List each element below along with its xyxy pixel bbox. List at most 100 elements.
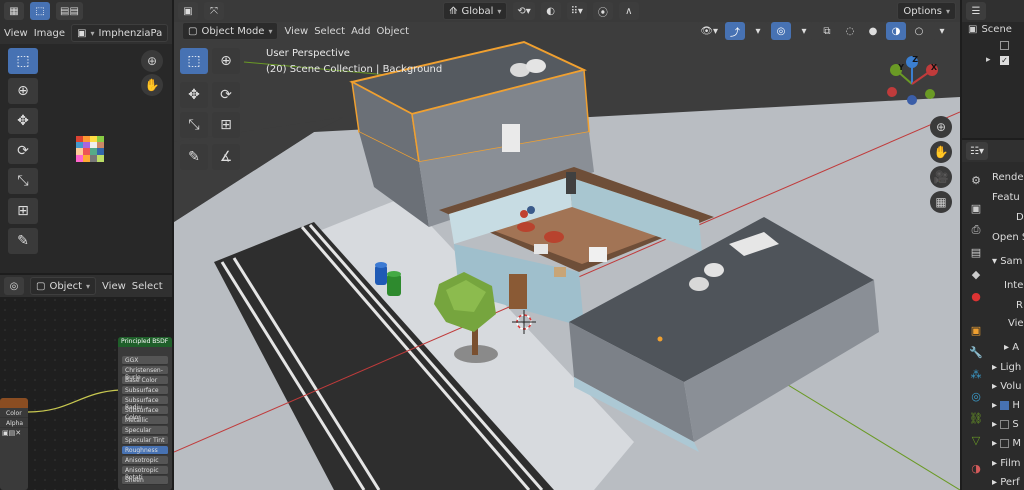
output-tab-icon[interactable]: ⎙	[966, 220, 986, 240]
annotate-tool[interactable]: ✎	[8, 228, 38, 254]
simplify-panel[interactable]: ▸ S	[992, 419, 1019, 430]
proportional-edit-icon[interactable]: ⦿	[592, 2, 613, 20]
subsurface-method-field[interactable]: Christensen-Burle	[122, 366, 168, 381]
mode-icon[interactable]: ▤▤	[56, 2, 83, 20]
gizmo-toggle-icon[interactable]: ⤴	[725, 22, 745, 40]
outliner-type-icon[interactable]: ☰	[966, 2, 986, 20]
scene-tab-icon[interactable]: ◆	[966, 264, 986, 284]
motion-blur-checkbox[interactable]	[1000, 438, 1010, 448]
subsurface-field[interactable]: Subsurface	[122, 386, 168, 395]
menu-add[interactable]: Add	[351, 26, 370, 37]
xray-icon[interactable]: ⧉	[817, 22, 837, 40]
camera-view-icon[interactable]: 🎥	[930, 166, 952, 188]
outliner-row-scene[interactable]: ▣ Scene	[968, 24, 1012, 35]
transform-tool[interactable]: ⊞	[8, 198, 38, 224]
material-tab-icon[interactable]: ◑	[966, 458, 986, 478]
falloff-icon[interactable]: ∧	[618, 2, 639, 20]
transform-pivot-icon[interactable]: ⤧	[204, 2, 224, 20]
data-tab-icon[interactable]: ▽	[966, 430, 986, 450]
snap-icon[interactable]: ◐	[540, 2, 561, 20]
simplify-checkbox[interactable]	[1000, 419, 1010, 429]
shading-material-icon[interactable]: ◑	[886, 22, 906, 40]
menu-view[interactable]: View	[4, 28, 28, 39]
pivot-point-icon[interactable]: ⟲▾	[513, 2, 535, 20]
specular-tint-field[interactable]: Specular Tint	[122, 436, 168, 445]
move-tool[interactable]: ✥	[180, 82, 208, 108]
film-label: Film	[1000, 458, 1021, 469]
shading-solid-icon[interactable]: ●	[863, 22, 883, 40]
shading-wireframe-icon[interactable]: ◌	[840, 22, 860, 40]
pan-hand-icon[interactable]: ✋	[930, 141, 952, 163]
select-box-tool[interactable]: ⬚	[180, 48, 208, 74]
constraints-tab-icon[interactable]: ⛓	[966, 408, 986, 428]
hair-checkbox[interactable]	[1000, 400, 1010, 410]
select-tool-icon[interactable]: ⬚	[30, 2, 50, 20]
specular-field[interactable]: Specular	[122, 426, 168, 435]
transform-tool[interactable]: ⊞	[212, 112, 240, 138]
view-layer-tab-icon[interactable]: ▤	[966, 242, 986, 262]
transform-orientation-dropdown[interactable]: ⟰ Global ▾	[443, 2, 508, 20]
move-tool[interactable]: ✥	[8, 108, 38, 134]
menu-view[interactable]: View	[284, 26, 308, 37]
options-dropdown[interactable]: Options ▾	[897, 2, 956, 20]
collection-checkbox-checked[interactable]: ✓	[1000, 56, 1009, 65]
perspective-toggle-icon[interactable]: ▦	[930, 191, 952, 213]
menu-select[interactable]: Select	[314, 26, 345, 37]
base-color-field[interactable]: Base Color	[122, 376, 168, 385]
visibility-icon[interactable]: 👁▾	[696, 22, 722, 40]
overlay-dropdown-icon[interactable]: ▾	[794, 22, 814, 40]
zoom-icon[interactable]: ⊕	[930, 116, 952, 138]
shading-dropdown-icon[interactable]: ▾	[932, 22, 952, 40]
principled-bsdf-node[interactable]: Principled BSDF GGX Christensen-Burle Ba…	[118, 337, 172, 490]
subsurface-color-field[interactable]: Subsurface Color	[122, 406, 168, 421]
roughness-field[interactable]: Roughness	[122, 446, 168, 455]
render-tab-icon[interactable]: ▣	[966, 198, 986, 218]
collection-checkbox[interactable]	[1000, 41, 1009, 50]
shading-rendered-icon[interactable]: ○	[909, 22, 929, 40]
hair-panel[interactable]: ▸ H	[992, 400, 1020, 411]
sheen-field[interactable]: Sheen	[122, 476, 168, 485]
annotate-tool[interactable]: ✎	[180, 144, 208, 170]
menu-image[interactable]: Image	[34, 28, 65, 39]
editor-type-icon[interactable]: ▦	[4, 2, 24, 20]
anisotropic-field[interactable]: Anisotropic	[122, 456, 168, 465]
tool-tab-icon[interactable]: ⚙	[966, 170, 986, 190]
rotate-tool[interactable]: ⟳	[8, 138, 38, 164]
distribution-field[interactable]: GGX	[122, 356, 168, 365]
physics-tab-icon[interactable]: ◎	[966, 386, 986, 406]
cursor-tool[interactable]: ⊕	[8, 78, 38, 104]
film-panel[interactable]: ▸ Film	[992, 458, 1021, 469]
expand-arrow-icon[interactable]: ▸	[986, 55, 991, 65]
measure-tool[interactable]: ∡	[212, 144, 240, 170]
performance-panel[interactable]: ▸ Perf	[992, 477, 1020, 488]
image-selector[interactable]: ▣ ▾ ImphenziaPa	[71, 24, 169, 42]
particles-tab-icon[interactable]: ⁂	[966, 364, 986, 384]
motion-blur-panel[interactable]: ▸ M	[992, 438, 1021, 449]
rotate-tool[interactable]: ⟳	[212, 82, 240, 108]
scale-tool[interactable]: ⤡	[180, 112, 208, 138]
3d-viewport-area[interactable]: ▣ ⤧ ⟰ Global ▾ ⟲▾ ◐ ⠿▾ ⦿ ∧ Options ▾ ▢ Objec…	[174, 0, 960, 490]
metallic-field[interactable]: Metallic	[122, 416, 168, 425]
scale-tool[interactable]: ⤡	[8, 168, 38, 194]
zoom-icon[interactable]: ⊕	[141, 50, 163, 72]
light-paths-panel[interactable]: ▸ Ligh	[992, 362, 1021, 373]
world-tab-icon[interactable]: ●	[966, 286, 986, 306]
anisotropic-rotation-field[interactable]: Anisotropic Rotati	[122, 466, 168, 481]
overlay-toggle-icon[interactable]: ◎	[771, 22, 791, 40]
advanced-panel[interactable]: ▸ A	[1004, 342, 1019, 353]
object-tab-icon[interactable]: ▣	[966, 320, 986, 340]
cursor-tool[interactable]: ⊕	[212, 48, 240, 74]
modifier-tab-icon[interactable]: 🔧	[966, 342, 986, 362]
viewport-editor-type-icon[interactable]: ▣	[178, 2, 198, 20]
subsurface-radius-field[interactable]: Subsurface Radiu	[122, 396, 168, 411]
3d-scene-render[interactable]	[174, 22, 960, 490]
select-box-tool[interactable]: ⬚	[8, 48, 38, 74]
volumes-panel[interactable]: ▸ Volu	[992, 381, 1022, 392]
properties-type-icon[interactable]: ☷▾	[966, 142, 988, 160]
pan-hand-icon[interactable]: ✋	[141, 74, 163, 96]
gizmo-dropdown-icon[interactable]: ▾	[748, 22, 768, 40]
menu-object[interactable]: Object	[376, 26, 409, 37]
snap-settings-icon[interactable]: ⠿▾	[566, 2, 587, 20]
mode-dropdown[interactable]: ▢ Object Mode ▾	[182, 22, 279, 40]
sampling-panel[interactable]: ▾ Sam	[992, 256, 1022, 267]
